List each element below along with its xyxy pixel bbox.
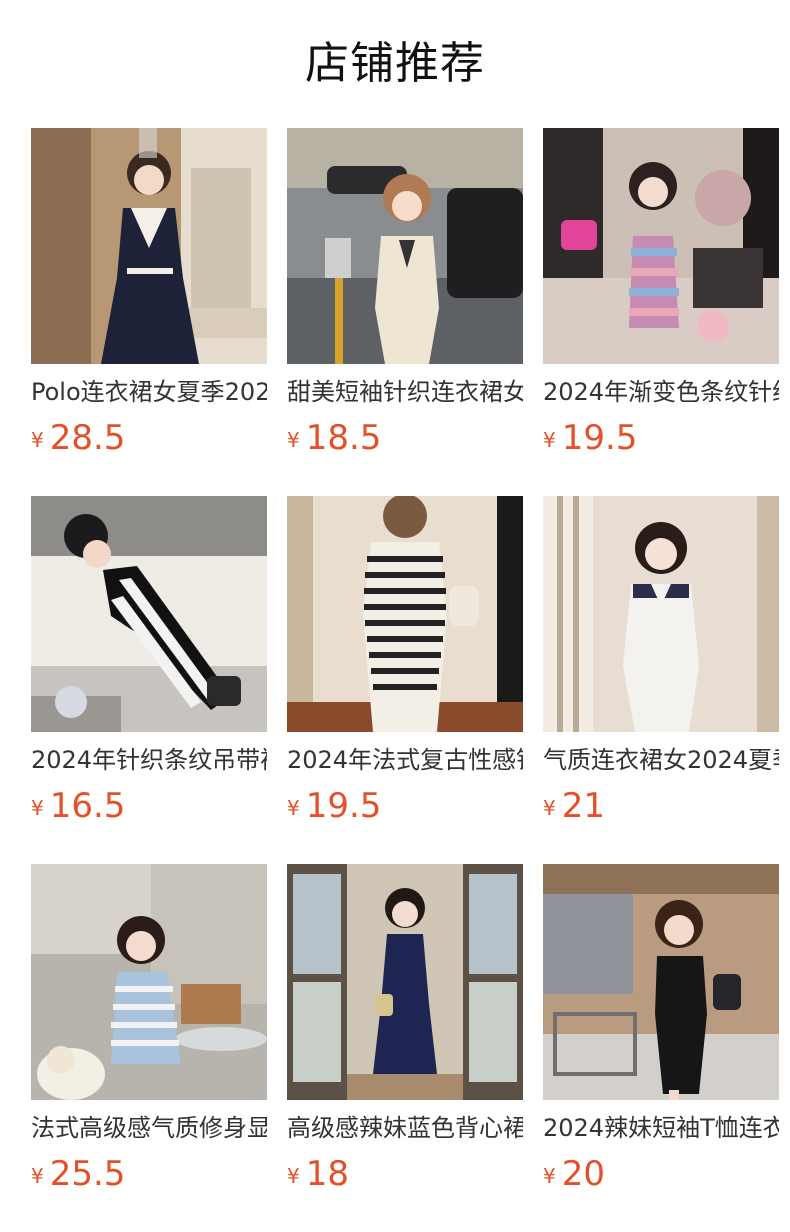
product-name[interactable]: Polo连衣裙女夏季2024 xyxy=(31,375,267,409)
product-name[interactable]: 2024年针织条纹吊带裙 xyxy=(31,743,267,777)
currency-symbol: ¥ xyxy=(287,428,300,452)
product-image[interactable] xyxy=(287,496,523,732)
price-value: 25.5 xyxy=(49,1154,126,1194)
currency-symbol: ¥ xyxy=(31,428,44,452)
product-price: ¥20 xyxy=(543,1151,605,1197)
product-price: ¥18.5 xyxy=(287,415,381,461)
product-card[interactable]: 气质连衣裙女2024夏季 ¥21 xyxy=(543,496,779,826)
product-image[interactable] xyxy=(287,128,523,364)
product-price: ¥25.5 xyxy=(31,1151,125,1197)
product-card[interactable]: Polo连衣裙女夏季2024 ¥28.5 xyxy=(31,128,267,458)
product-image[interactable] xyxy=(543,496,779,732)
product-name[interactable]: 2024辣妹短袖T恤连衣 xyxy=(543,1111,779,1145)
product-price: ¥16.5 xyxy=(31,783,125,829)
currency-symbol: ¥ xyxy=(31,796,44,820)
price-value: 19.5 xyxy=(305,786,382,826)
product-card[interactable]: 法式高级感气质修身显 ¥25.5 xyxy=(31,864,267,1194)
price-value: 19.5 xyxy=(561,418,638,458)
product-image[interactable] xyxy=(287,864,523,1100)
product-price: ¥18 xyxy=(287,1151,349,1197)
currency-symbol: ¥ xyxy=(543,796,556,820)
product-image[interactable] xyxy=(31,128,267,364)
price-value: 18 xyxy=(305,1154,349,1194)
price-value: 21 xyxy=(561,786,605,826)
product-image[interactable] xyxy=(31,864,267,1100)
currency-symbol: ¥ xyxy=(31,1164,44,1188)
currency-symbol: ¥ xyxy=(287,796,300,820)
product-price: ¥28.5 xyxy=(31,415,125,461)
product-card[interactable]: 甜美短袖针织连衣裙女 ¥18.5 xyxy=(287,128,523,458)
product-image[interactable] xyxy=(543,864,779,1100)
currency-symbol: ¥ xyxy=(543,428,556,452)
product-image[interactable] xyxy=(543,128,779,364)
product-name[interactable]: 2024年渐变色条纹针织 xyxy=(543,375,779,409)
product-name[interactable]: 法式高级感气质修身显 xyxy=(31,1111,267,1145)
section-title: 店铺推荐 xyxy=(305,38,485,89)
product-image[interactable] xyxy=(31,496,267,732)
currency-symbol: ¥ xyxy=(543,1164,556,1188)
product-card[interactable]: 高级感辣妹蓝色背心裙 ¥18 xyxy=(287,864,523,1194)
product-name[interactable]: 甜美短袖针织连衣裙女 xyxy=(287,375,523,409)
currency-symbol: ¥ xyxy=(287,1164,300,1188)
product-card[interactable]: 2024辣妹短袖T恤连衣 ¥20 xyxy=(543,864,779,1194)
price-value: 16.5 xyxy=(49,786,126,826)
product-name[interactable]: 气质连衣裙女2024夏季 xyxy=(543,743,779,777)
price-value: 18.5 xyxy=(305,418,382,458)
product-price: ¥19.5 xyxy=(543,415,637,461)
product-price: ¥19.5 xyxy=(287,783,381,829)
price-value: 28.5 xyxy=(49,418,126,458)
product-name[interactable]: 高级感辣妹蓝色背心裙 xyxy=(287,1111,523,1145)
price-value: 20 xyxy=(561,1154,605,1194)
product-price: ¥21 xyxy=(543,783,605,829)
product-card[interactable]: 2024年法式复古性感针 ¥19.5 xyxy=(287,496,523,826)
product-card[interactable]: 2024年针织条纹吊带裙 ¥16.5 xyxy=(31,496,267,826)
product-name[interactable]: 2024年法式复古性感针 xyxy=(287,743,523,777)
product-card[interactable]: 2024年渐变色条纹针织 ¥19.5 xyxy=(543,128,779,458)
